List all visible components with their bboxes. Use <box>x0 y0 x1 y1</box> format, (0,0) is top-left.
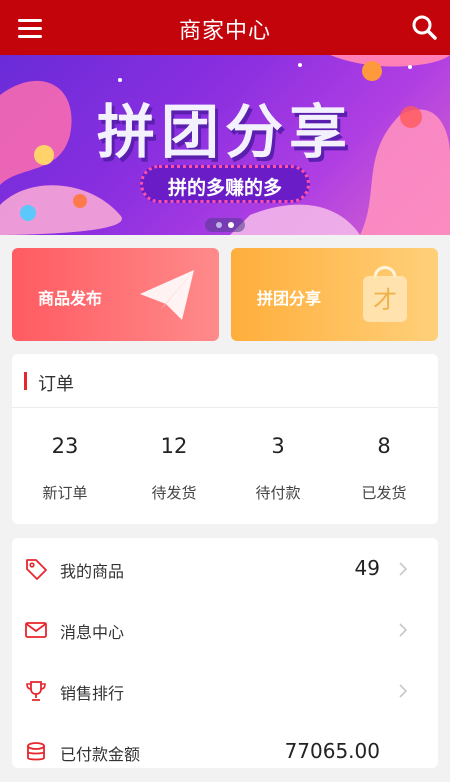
tag-icon <box>26 559 47 580</box>
page-title: 商家中心 <box>178 19 271 44</box>
banner-title: 拼团分享 <box>96 98 353 166</box>
stat-value: 3 <box>271 434 285 458</box>
stat-pending-shipment[interactable]: 12 待发货 <box>121 408 227 524</box>
menu-item-value: 49 <box>354 556 380 580</box>
orders-header[interactable]: 订单 <box>12 354 438 408</box>
menu-item-value: 77065.00 <box>284 739 380 763</box>
stat-label: 已发货 <box>361 484 407 502</box>
menu-item-sales-ranking[interactable]: 销售排行 <box>12 660 438 721</box>
trophy-icon <box>26 681 46 701</box>
chevron-right-icon <box>399 562 408 576</box>
shopping-bag-icon: 才 <box>363 266 407 322</box>
publish-product-card[interactable]: 商品发布 <box>12 248 219 341</box>
carousel-dot-active[interactable] <box>228 222 234 228</box>
menu-item-label: 消息中心 <box>60 623 125 642</box>
orders-panel: 订单 23 新订单 12 待发货 3 待付款 8 已发货 <box>12 354 438 524</box>
stat-value: 8 <box>377 434 391 458</box>
stat-shipped[interactable]: 8 已发货 <box>331 408 437 524</box>
chevron-right-icon <box>399 684 408 698</box>
menu-item-label: 销售排行 <box>60 684 125 703</box>
menu-item-label: 已付款金额 <box>60 745 141 764</box>
menu-item-paid-amount[interactable]: 已付款金额 77065.00 <box>12 721 438 782</box>
banner-subtitle-badge: 拼的多赚的多 <box>140 165 310 203</box>
stat-label: 待发货 <box>151 484 197 502</box>
group-share-label: 拼团分享 <box>257 289 322 308</box>
paper-plane-icon <box>140 270 194 320</box>
menu-item-message-center[interactable]: 消息中心 <box>12 599 438 660</box>
carousel-dot[interactable] <box>216 222 222 228</box>
stat-value: 12 <box>160 434 188 458</box>
quick-actions: 商品发布 拼团分享 才 <box>12 248 438 341</box>
banner-subtitle: 拼的多赚的多 <box>167 177 282 199</box>
stat-new-orders[interactable]: 23 新订单 <box>12 408 118 524</box>
orders-header-accent <box>24 372 27 390</box>
stat-pending-payment[interactable]: 3 待付款 <box>225 408 331 524</box>
coins-icon <box>27 742 45 761</box>
stat-value: 23 <box>51 434 79 458</box>
orders-title: 订单 <box>38 374 74 395</box>
menu-item-my-products[interactable]: 我的商品 49 <box>12 538 438 599</box>
group-share-card[interactable]: 拼团分享 才 <box>231 248 438 341</box>
mail-icon <box>25 622 47 638</box>
stat-label: 待付款 <box>255 484 301 502</box>
promo-banner[interactable]: 拼团分享 拼的多赚的多 <box>0 55 450 235</box>
svg-text:才: 才 <box>373 286 397 314</box>
menu-item-label: 我的商品 <box>60 562 125 581</box>
stat-label: 新订单 <box>42 484 88 502</box>
search-icon[interactable] <box>410 13 438 41</box>
publish-product-label: 商品发布 <box>38 289 103 308</box>
app-header: 商家中心 <box>0 0 450 55</box>
carousel-indicator[interactable] <box>205 218 245 232</box>
chevron-right-icon <box>399 623 408 637</box>
function-menu: 我的商品 49 消息中心 销售排行 已付款金额 77065.00 <box>12 538 438 768</box>
